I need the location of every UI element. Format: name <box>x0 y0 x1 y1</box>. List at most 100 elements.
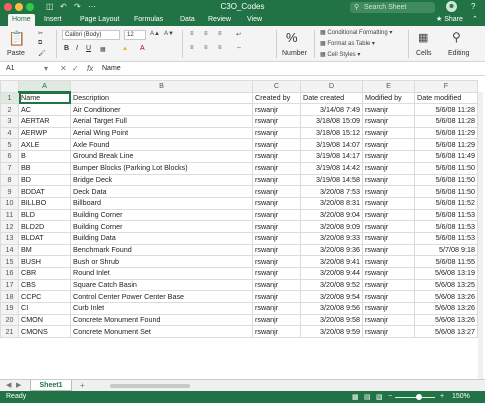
row-header[interactable]: 5 <box>0 138 19 152</box>
cell[interactable]: rswanjr <box>252 255 301 268</box>
cell[interactable]: CI <box>18 302 71 315</box>
cell[interactable]: BUSH <box>18 255 71 268</box>
cell[interactable]: rswanjr <box>362 138 415 152</box>
column-header[interactable]: A <box>18 80 71 94</box>
cell[interactable]: Concrete Monument Set <box>70 325 253 339</box>
zoom-out-icon[interactable]: − <box>388 393 392 400</box>
cell[interactable]: Bridge Deck <box>70 173 253 187</box>
cell[interactable]: 3/20/08 9:09 <box>300 220 363 233</box>
tab-home[interactable]: Home <box>8 14 35 26</box>
cell[interactable]: CCPC <box>18 290 71 304</box>
cell[interactable]: 3/20/08 9:36 <box>300 243 363 257</box>
cell[interactable]: AERWP <box>18 126 71 140</box>
tab-review[interactable]: Review <box>204 14 235 26</box>
cell[interactable]: 3/20/08 9:59 <box>300 325 363 339</box>
tab-data[interactable]: Data <box>176 14 199 26</box>
cell[interactable]: 5/6/08 13:26 <box>414 290 478 304</box>
tab-insert[interactable]: Insert <box>40 14 66 26</box>
merge-icon[interactable]: ⇔ <box>236 45 242 51</box>
cell[interactable]: 3/20/08 7:53 <box>300 185 363 198</box>
tab-formulas[interactable]: Formulas <box>130 14 167 26</box>
cell[interactable]: 3/20/08 9:52 <box>300 278 363 292</box>
cancel-icon[interactable]: ✕ <box>60 64 67 73</box>
cell[interactable]: 5/6/08 11:52 <box>414 196 478 210</box>
fill-color-icon[interactable]: ▲ <box>122 46 128 52</box>
align-middle-icon[interactable]: ≡ <box>204 31 208 37</box>
vertical-scrollbar[interactable] <box>478 92 483 382</box>
row-header[interactable]: 10 <box>0 196 19 210</box>
cell[interactable]: BM <box>18 243 71 257</box>
cell[interactable]: Date modified <box>414 91 478 105</box>
row-header[interactable]: 9 <box>0 185 19 198</box>
zoom-in-icon[interactable]: + <box>440 393 444 400</box>
cell[interactable]: Square Catch Basin <box>70 278 253 292</box>
page-layout-view-icon[interactable]: ▤ <box>364 393 371 401</box>
cell[interactable]: Bumper Blocks (Parking Lot Blocks) <box>70 161 253 175</box>
cell[interactable]: 5/6/08 11:53 <box>414 231 478 245</box>
cell[interactable]: rswanjr <box>362 161 415 175</box>
editing-icon[interactable]: ⚲ <box>452 30 461 44</box>
row-header[interactable]: 4 <box>0 126 19 140</box>
cell[interactable]: rswanjr <box>362 173 415 187</box>
cell[interactable]: rswanjr <box>252 161 301 175</box>
cell[interactable]: Aerial Wing Point <box>70 126 253 140</box>
row-header[interactable]: 2 <box>0 103 19 117</box>
share-button[interactable]: ★ Share <box>436 15 463 23</box>
cell[interactable]: rswanjr <box>252 115 301 128</box>
row-header[interactable]: 18 <box>0 290 19 304</box>
cell[interactable]: 3/19/08 14:17 <box>300 150 363 163</box>
copy-icon[interactable]: ⧉ <box>38 40 42 47</box>
cell[interactable]: rswanjr <box>362 196 415 210</box>
cell[interactable]: 3/20/08 9:33 <box>300 231 363 245</box>
cell[interactable]: AXLE <box>18 138 71 152</box>
normal-view-icon[interactable]: ▦ <box>352 393 359 401</box>
cell[interactable]: rswanjr <box>362 243 415 257</box>
cell[interactable]: AC <box>18 103 71 117</box>
cell[interactable]: 5/6/08 11:29 <box>414 138 478 152</box>
align-right-icon[interactable]: ≡ <box>218 45 222 51</box>
cell[interactable]: rswanjr <box>362 302 415 315</box>
cell[interactable]: BDDAT <box>18 185 71 198</box>
help-icon[interactable]: ? <box>471 2 475 11</box>
cell[interactable]: rswanjr <box>362 231 415 245</box>
cell[interactable]: 3/20/08 9:44 <box>300 267 363 280</box>
cell[interactable]: Created by <box>252 91 301 105</box>
cell[interactable]: Building Data <box>70 231 253 245</box>
tab-view[interactable]: View <box>243 14 266 26</box>
cell[interactable]: 3/20/08 9:58 <box>300 313 363 327</box>
row-header[interactable]: 17 <box>0 278 19 292</box>
column-header[interactable]: C <box>252 80 301 93</box>
cell[interactable]: 5/6/08 13:19 <box>414 267 478 280</box>
cell[interactable]: Benchmark Found <box>70 243 253 257</box>
cell[interactable]: AERTAR <box>18 115 71 128</box>
name-box[interactable]: A1 <box>2 64 42 74</box>
cell[interactable]: rswanjr <box>362 255 415 268</box>
cell[interactable]: rswanjr <box>252 126 301 140</box>
cell[interactable]: rswanjr <box>252 243 301 257</box>
column-header[interactable]: F <box>414 80 478 93</box>
italic-button[interactable]: I <box>76 45 78 52</box>
cell[interactable]: BD <box>18 173 71 187</box>
cell[interactable]: rswanjr <box>252 196 301 210</box>
row-header[interactable]: 16 <box>0 267 19 280</box>
cell[interactable]: 5/6/08 13:26 <box>414 313 478 327</box>
select-all-corner[interactable] <box>0 80 19 93</box>
paste-icon[interactable]: 📋 <box>8 30 25 47</box>
cell[interactable]: 3/20/08 8:31 <box>300 196 363 210</box>
cell[interactable]: rswanjr <box>362 115 415 128</box>
zoom-slider-thumb[interactable] <box>416 394 422 400</box>
cell[interactable]: Air Conditioner <box>70 103 253 117</box>
cell[interactable]: 5/6/08 11:50 <box>414 185 478 198</box>
cell[interactable]: 3/18/08 15:12 <box>300 126 363 140</box>
column-header[interactable]: B <box>70 80 253 93</box>
cell[interactable]: Curb Inlet <box>70 302 253 315</box>
cell[interactable]: 5/6/08 11:28 <box>414 103 478 117</box>
row-header[interactable]: 20 <box>0 313 19 327</box>
cell[interactable]: Deck Data <box>70 185 253 198</box>
cells-icon[interactable]: ▦ <box>418 31 428 44</box>
account-icon[interactable]: ☻ <box>446 1 457 12</box>
cell[interactable]: rswanjr <box>252 313 301 327</box>
cell[interactable]: rswanjr <box>362 325 415 339</box>
search-sheet-input[interactable]: ⚲ Search Sheet <box>350 2 435 13</box>
cell[interactable]: 5/6/08 13:27 <box>414 325 478 339</box>
